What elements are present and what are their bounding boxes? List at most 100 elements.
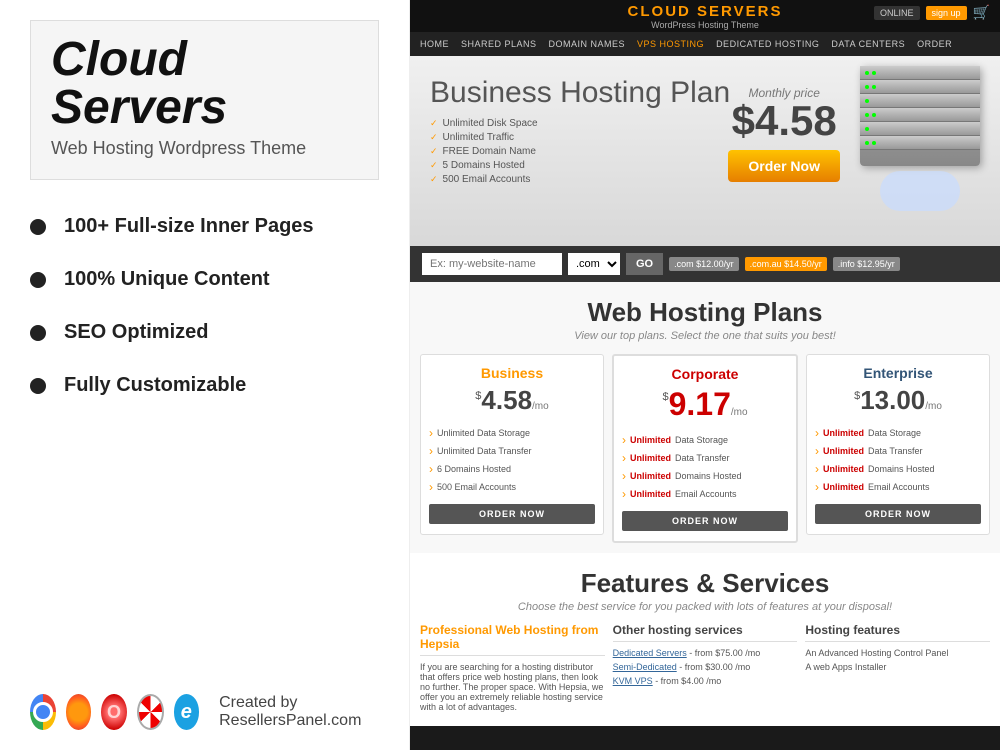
plan-business-period: /mo bbox=[532, 401, 549, 412]
features-list: 100+ Full-size Inner Pages 100% Unique Co… bbox=[30, 215, 379, 694]
feature-col-other-title: Other hosting services bbox=[613, 623, 798, 642]
top-bar: CLOUD SERVERS WordPress Hosting Theme ON… bbox=[410, 0, 1000, 32]
feature-item: Unlimited Email Accounts bbox=[815, 478, 981, 496]
nav-item-home[interactable]: HOME bbox=[420, 39, 449, 49]
hero-price: $4.58 bbox=[728, 100, 840, 142]
plan-enterprise-name: Enterprise bbox=[815, 365, 981, 381]
server-image bbox=[850, 66, 990, 226]
feature-item: Unlimited Data Transfer bbox=[815, 442, 981, 460]
plan-business-price: $4.58/mo bbox=[429, 385, 595, 416]
feature-item: Unlimited Data Storage bbox=[815, 424, 981, 442]
nav-item-order[interactable]: ORDER bbox=[917, 39, 952, 49]
left-panel: Cloud Servers Web Hosting Wordpress Them… bbox=[0, 0, 410, 750]
cart-icon: 🛒 bbox=[973, 4, 990, 21]
domain-extension-select[interactable]: .com bbox=[568, 253, 620, 275]
feature-control-panel: An Advanced Hosting Control Panel bbox=[805, 648, 990, 658]
cloud-image bbox=[880, 171, 960, 211]
feature-item: Unlimited Data Transfer bbox=[622, 449, 788, 467]
com-price: .com $12.00/yr bbox=[669, 257, 739, 271]
chrome-icon bbox=[30, 694, 56, 730]
feature-item: 6 Domains Hosted bbox=[429, 460, 595, 478]
features-grid: Professional Web Hosting from Hepsia If … bbox=[420, 623, 990, 716]
ie-icon: e bbox=[174, 694, 200, 730]
features-title: Features & Services bbox=[420, 568, 990, 599]
plan-corporate-period: /mo bbox=[731, 407, 748, 418]
plan-business-amount: 4.58 bbox=[481, 385, 532, 415]
hero-price-box: Monthly price $4.58 Order Now bbox=[728, 86, 840, 182]
feature-item: Fully Customizable bbox=[30, 374, 379, 397]
hero-order-button[interactable]: Order Now bbox=[728, 150, 840, 182]
feature-item: Unlimited Data Storage bbox=[622, 431, 788, 449]
feature-item: Unlimited Domains Hosted bbox=[815, 460, 981, 478]
feature-item: 100+ Full-size Inner Pages bbox=[30, 215, 379, 238]
feature-item: 100% Unique Content bbox=[30, 268, 379, 291]
feature-item: SEO Optimized bbox=[30, 321, 379, 344]
bullet-icon bbox=[30, 325, 46, 341]
plan-corporate-amount: 9.17 bbox=[669, 386, 731, 422]
feature-item: Unlimited Domains Hosted bbox=[622, 467, 788, 485]
bullet-icon bbox=[30, 272, 46, 288]
top-bar-center: CLOUD SERVERS WordPress Hosting Theme bbox=[628, 3, 783, 30]
browser-icons: O e Created by ResellersPanel.com bbox=[30, 694, 379, 730]
kvm-vps-link[interactable]: KVM VPS - from $4.00 /mo bbox=[613, 676, 798, 686]
plan-enterprise-order[interactable]: ORDER NOW bbox=[815, 504, 981, 524]
nav-bar: HOME SHARED PLANS DOMAIN NAMES VPS HOSTING D… bbox=[410, 32, 1000, 56]
feature-item: 500 Email Accounts bbox=[429, 478, 595, 496]
firefox-icon bbox=[66, 694, 92, 730]
feature-col-features: Hosting features An Advanced Hosting Con… bbox=[805, 623, 990, 716]
plan-corporate-price: $9.17/mo bbox=[622, 386, 788, 423]
feature-item: Unlimited Data Transfer bbox=[429, 442, 595, 460]
feature-item: Unlimited Email Accounts bbox=[622, 485, 788, 503]
safari-icon bbox=[137, 694, 164, 730]
nav-item-data-centers[interactable]: DATA CENTERS bbox=[831, 39, 905, 49]
site-title: CLOUD SERVERS bbox=[628, 3, 783, 20]
plan-business: Business $4.58/mo Unlimited Data Storage… bbox=[420, 354, 604, 535]
bullet-icon bbox=[30, 378, 46, 394]
title-box: Cloud Servers Web Hosting Wordpress Them… bbox=[30, 20, 379, 180]
created-by: Created by ResellersPanel.com bbox=[219, 694, 379, 730]
feature-col-features-title: Hosting features bbox=[805, 623, 990, 642]
plan-business-order[interactable]: ORDER NOW bbox=[429, 504, 595, 524]
plan-enterprise-features: Unlimited Data Storage Unlimited Data Tr… bbox=[815, 424, 981, 496]
feature-col-hosting-title: Professional Web Hosting from Hepsia bbox=[420, 623, 605, 656]
main-title: Cloud Servers bbox=[51, 36, 358, 132]
plan-corporate-name: Corporate bbox=[622, 366, 788, 382]
features-section: Features & Services Choose the best serv… bbox=[410, 553, 1000, 726]
site-subtitle: WordPress Hosting Theme bbox=[628, 20, 783, 30]
plan-enterprise-price: $13.00/mo bbox=[815, 385, 981, 416]
signup-button[interactable]: sign up bbox=[926, 6, 967, 20]
features-subtitle: Choose the best service for you packed w… bbox=[420, 601, 990, 613]
plan-business-features: Unlimited Data Storage Unlimited Data Tr… bbox=[429, 424, 595, 496]
plan-corporate-order[interactable]: ORDER NOW bbox=[622, 511, 788, 531]
top-bar-right: ONLINE sign up 🛒 bbox=[874, 4, 990, 21]
online-badge: ONLINE bbox=[874, 6, 920, 20]
domain-input[interactable] bbox=[422, 253, 562, 275]
right-panel: CLOUD SERVERS WordPress Hosting Theme ON… bbox=[410, 0, 1000, 750]
server-stack bbox=[860, 66, 980, 166]
plans-title: Web Hosting Plans bbox=[420, 297, 990, 328]
domain-go-button[interactable]: GO bbox=[626, 253, 663, 275]
plan-enterprise: Enterprise $13.00/mo Unlimited Data Stor… bbox=[806, 354, 990, 535]
nav-item-shared-plans[interactable]: SHARED PLANS bbox=[461, 39, 537, 49]
bullet-icon bbox=[30, 219, 46, 235]
plans-grid: Business $4.58/mo Unlimited Data Storage… bbox=[420, 354, 990, 543]
plans-section: Web Hosting Plans View our top plans. Se… bbox=[410, 282, 1000, 553]
semi-dedicated-link[interactable]: Semi-Dedicated - from $30.00 /mo bbox=[613, 662, 798, 672]
feature-col-other: Other hosting services Dedicated Servers… bbox=[613, 623, 798, 716]
comau-price: .com.au $14.50/yr bbox=[745, 257, 827, 271]
nav-item-vps-hosting[interactable]: VPS HOSTING bbox=[637, 39, 704, 49]
feature-item: Unlimited Data Storage bbox=[429, 424, 595, 442]
feature-apps-installer: A web Apps Installer bbox=[805, 662, 990, 672]
opera-icon: O bbox=[101, 694, 127, 730]
nav-item-dedicated-hosting[interactable]: DEDICATED HOSTING bbox=[716, 39, 819, 49]
info-price: .info $12.95/yr bbox=[833, 257, 900, 271]
dedicated-servers-link[interactable]: Dedicated Servers - from $75.00 /mo bbox=[613, 648, 798, 658]
hero-section: Business Hosting Plan Unlimited Disk Spa… bbox=[410, 56, 1000, 246]
feature-col-hosting-text: If you are searching for a hosting distr… bbox=[420, 662, 605, 712]
subtitle: Web Hosting Wordpress Theme bbox=[51, 138, 358, 159]
plan-corporate: Corporate $9.17/mo Unlimited Data Storag… bbox=[612, 354, 798, 543]
plan-business-name: Business bbox=[429, 365, 595, 381]
plan-enterprise-amount: 13.00 bbox=[860, 385, 925, 415]
nav-item-domain-names[interactable]: DOMAIN NAMES bbox=[549, 39, 626, 49]
plan-corporate-features: Unlimited Data Storage Unlimited Data Tr… bbox=[622, 431, 788, 503]
